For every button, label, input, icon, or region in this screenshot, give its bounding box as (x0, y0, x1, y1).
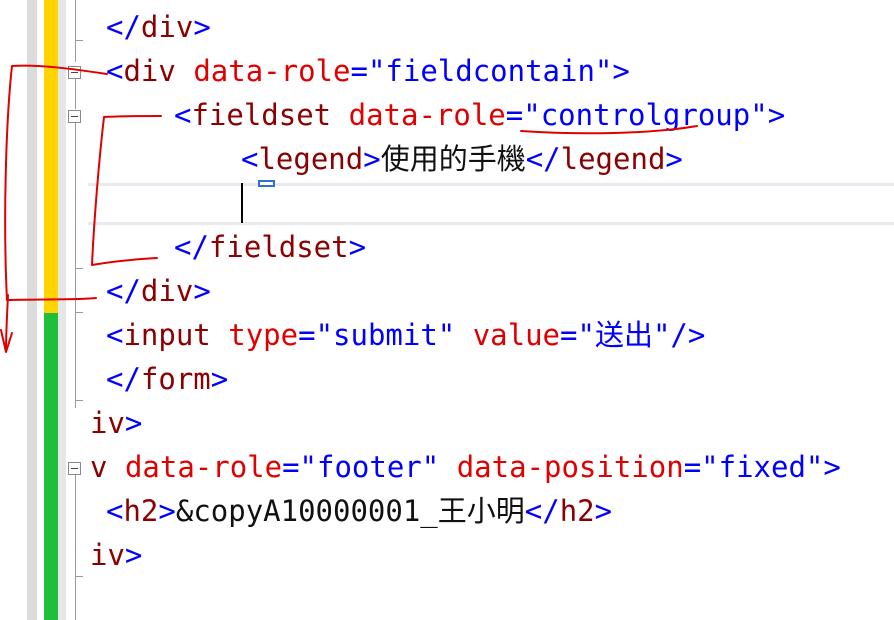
annotation-bracket-inner (91, 115, 162, 266)
annotation-overlay (0, 64, 698, 353)
annotation-underline (520, 125, 698, 135)
annotation-arrow-stem (5, 294, 9, 351)
